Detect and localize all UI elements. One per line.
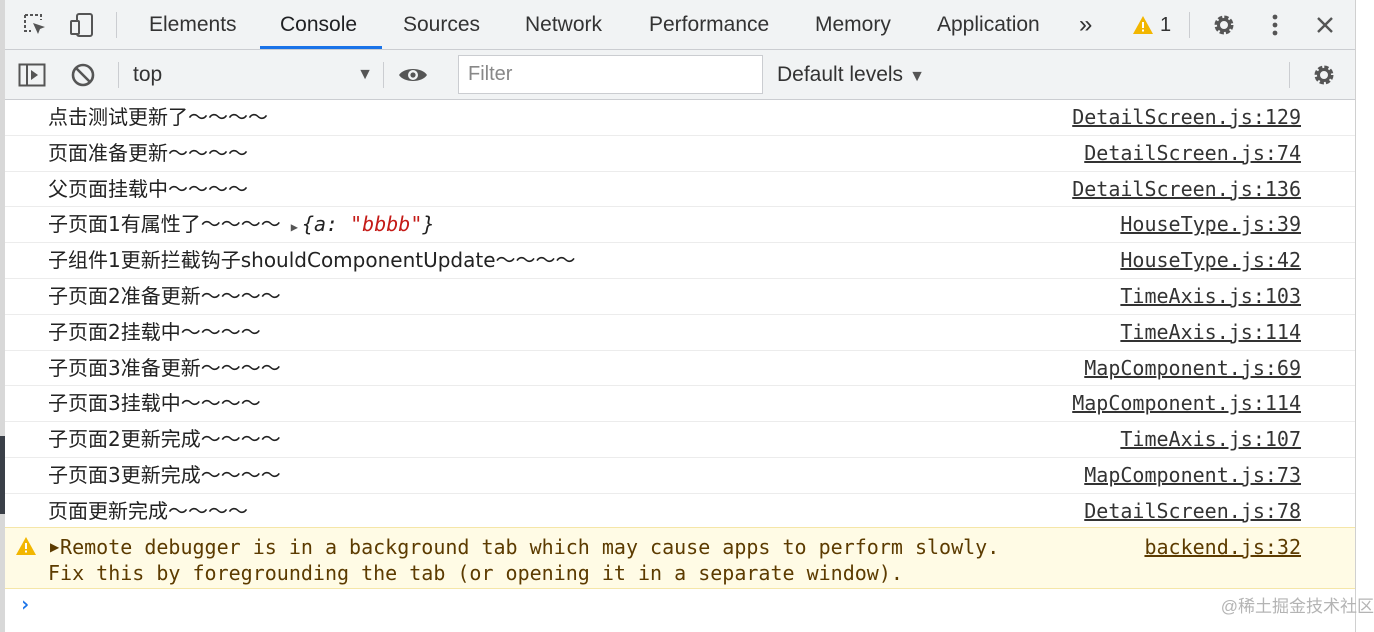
toolbar-separator [383, 62, 384, 88]
eye-icon[interactable] [398, 60, 428, 90]
log-source-link[interactable]: TimeAxis.js:103 [1120, 279, 1301, 314]
log-row: 子页面2更新完成～～～～ TimeAxis.js:107 [5, 422, 1355, 458]
log-message: 子页面2准备更新～～～～ [48, 283, 281, 308]
tab-memory[interactable]: Memory [813, 0, 893, 49]
log-message: 点击测试更新了～～～～ [48, 105, 268, 129]
main-tab-bar: Elements Console Sources Network Perform… [5, 0, 1355, 50]
log-source-link[interactable]: DetailScreen.js:74 [1084, 136, 1301, 171]
log-row: 子页面3更新完成～～～～ MapComponent.js:73 [5, 458, 1355, 494]
log-message: 页面更新完成～～～～ [48, 498, 248, 523]
log-message-text: 子页面1有属性了～～～～ [48, 212, 281, 237]
toolbar-separator [1289, 62, 1290, 88]
log-levels-label: Default levels [777, 63, 904, 86]
console-messages: 点击测试更新了～～～～ DetailScreen.js:129 页面准备更新～～… [5, 100, 1355, 530]
log-row: 页面准备更新～～～～ DetailScreen.js:74 [5, 136, 1355, 172]
log-source-link[interactable]: MapComponent.js:73 [1084, 458, 1301, 493]
warning-count: 1 [1160, 13, 1172, 36]
sidebar-toggle-icon[interactable] [17, 60, 47, 90]
log-levels-dropdown[interactable]: Default levels ▼ [777, 60, 925, 90]
object-open-brace: { [301, 212, 315, 237]
log-row: 子页面2挂载中～～～～ TimeAxis.js:114 [5, 315, 1355, 351]
active-tab-indicator [260, 46, 382, 49]
log-message: 子页面3挂载中～～～～ [48, 391, 261, 416]
log-row: 子页面1有属性了～～～～ ▶ {a: "bbbb"} HouseType.js:39 [5, 207, 1355, 244]
chevron-down-icon: ▼ [909, 68, 925, 85]
warning-icon [15, 536, 37, 561]
log-row: 子页面3准备更新～～～～ MapComponent.js:69 [5, 351, 1355, 387]
log-row: 子页面2准备更新～～～～ TimeAxis.js:103 [5, 279, 1355, 315]
warning-icon [1133, 16, 1153, 34]
filter-input[interactable] [458, 55, 763, 94]
warning-source-link[interactable]: backend.js:32 [1144, 534, 1301, 560]
log-row: 子组件1更新拦截钩子shouldComponentUpdate～～～～ Hous… [5, 243, 1355, 279]
toolbar-separator [1189, 12, 1190, 38]
tab-console[interactable]: Console [278, 0, 359, 49]
context-value: top [133, 63, 163, 86]
warning-message-line-2: Fix this by foregrounding the tab (or op… [48, 561, 903, 585]
log-source-link[interactable]: DetailScreen.js:78 [1084, 494, 1301, 529]
object-key: a: [314, 212, 351, 237]
more-tabs-button[interactable]: » [1079, 0, 1092, 49]
log-source-link[interactable]: HouseType.js:39 [1120, 207, 1301, 242]
context-selector[interactable]: top ▼ [133, 60, 373, 90]
tab-network[interactable]: Network [523, 0, 604, 49]
log-row: 页面更新完成～～～～ DetailScreen.js:78 [5, 494, 1355, 530]
warning-message: Remote debugger is in a background tab w… [48, 534, 999, 586]
object-preview[interactable]: ▶ {a: "bbbb"} [291, 212, 435, 236]
log-message: 页面准备更新～～～～ [48, 140, 248, 165]
kebab-menu-icon[interactable] [1260, 10, 1290, 40]
toolbar-separator [118, 62, 119, 88]
log-message: 子页面3准备更新～～～～ [48, 355, 281, 380]
object-close-brace: } [422, 212, 435, 237]
log-message: 子页面3更新完成～～～～ [48, 462, 281, 487]
close-icon[interactable] [1310, 10, 1340, 40]
devtools-panel: Elements Console Sources Network Perform… [5, 0, 1355, 632]
log-row: 子页面3挂载中～～～～ MapComponent.js:114 [5, 386, 1355, 423]
tab-application[interactable]: Application [935, 0, 1042, 49]
console-toolbar: top ▼ Default levels ▼ [5, 50, 1355, 100]
log-source-link[interactable]: MapComponent.js:69 [1084, 351, 1301, 386]
tab-performance[interactable]: Performance [647, 0, 771, 49]
warning-message-row: ▶ Remote debugger is in a background tab… [5, 527, 1355, 589]
chevron-down-icon: ▼ [357, 66, 373, 83]
warning-message-line-1: Remote debugger is in a background tab w… [48, 535, 1000, 559]
log-message: 子页面2更新完成～～～～ [48, 427, 281, 452]
log-message: 父页面挂载中～～～～ [48, 176, 248, 201]
gear-icon[interactable] [1209, 10, 1239, 40]
watermark: @稀土掘金技术社区 [1220, 597, 1374, 616]
log-source-link[interactable]: HouseType.js:42 [1120, 243, 1301, 278]
log-source-link[interactable]: TimeAxis.js:114 [1120, 315, 1301, 350]
log-row: 父页面挂载中～～～～ DetailScreen.js:136 [5, 172, 1355, 208]
warning-count-button[interactable]: 1 [1132, 11, 1171, 39]
tab-elements[interactable]: Elements [147, 0, 239, 49]
object-string-value: "bbbb" [350, 212, 423, 237]
inspect-element-icon[interactable] [20, 10, 50, 40]
log-message: 子页面2挂载中～～～～ [48, 319, 261, 344]
log-source-link[interactable]: TimeAxis.js:107 [1120, 422, 1301, 457]
log-source-link[interactable]: MapComponent.js:114 [1072, 386, 1301, 421]
console-prompt[interactable]: › [19, 592, 31, 616]
log-source-link[interactable]: DetailScreen.js:129 [1072, 100, 1301, 135]
log-source-link[interactable]: DetailScreen.js:136 [1072, 172, 1301, 207]
right-window-edge [1355, 0, 1374, 632]
tab-sources[interactable]: Sources [401, 0, 482, 49]
clear-console-icon[interactable] [68, 60, 98, 90]
console-settings-gear-icon[interactable] [1309, 60, 1339, 90]
log-message: 子组件1更新拦截钩子shouldComponentUpdate～～～～ [48, 248, 576, 273]
toolbar-separator [116, 12, 117, 38]
device-toolbar-icon[interactable] [67, 10, 97, 40]
expand-triangle-icon[interactable]: ▶ [291, 220, 298, 234]
log-row: 点击测试更新了～～～～ DetailScreen.js:129 [5, 100, 1355, 136]
log-message: 子页面1有属性了～～～～ ▶ {a: "bbbb"} [48, 207, 434, 242]
